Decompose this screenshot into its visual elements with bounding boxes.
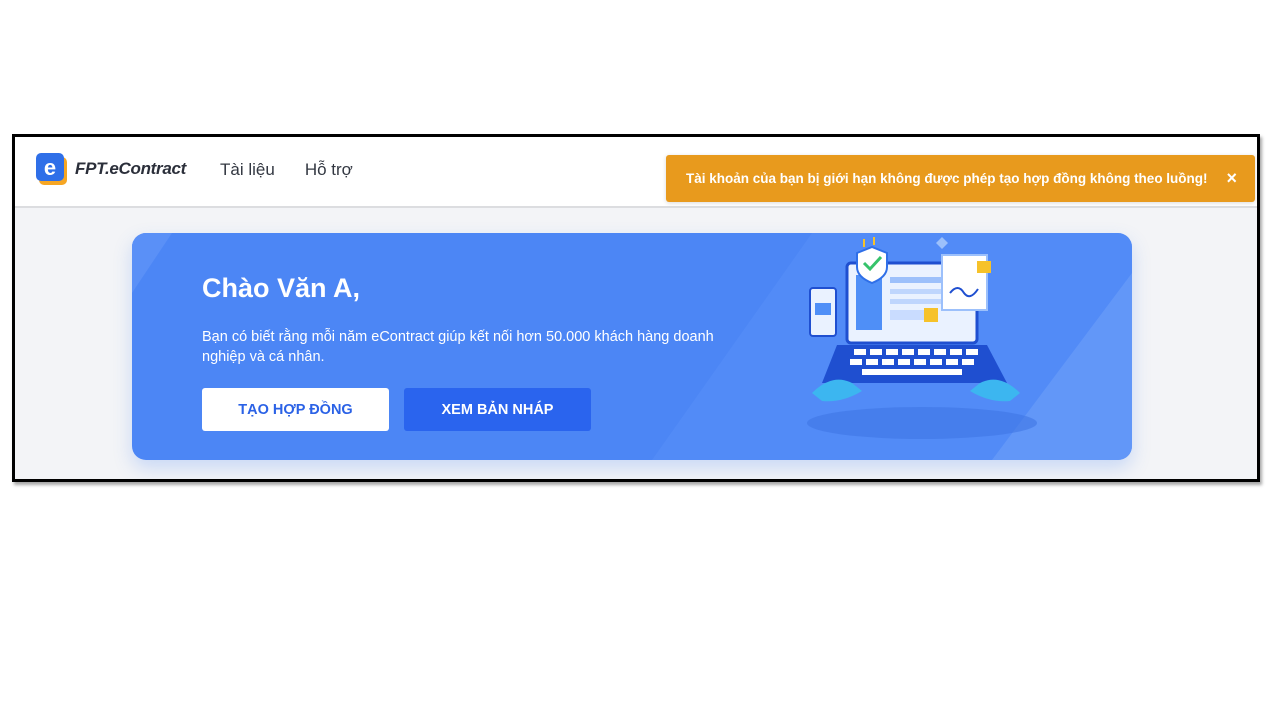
nav-item-documents[interactable]: Tài liệu — [220, 160, 275, 180]
nav-item-support[interactable]: Hỗ trợ — [305, 160, 353, 180]
logo-text: FPT.eContract — [75, 159, 187, 178]
warning-toast: Tài khoản của bạn bị giới hạn không được… — [666, 155, 1255, 202]
top-header: e FPT.eContract Tài liệu Hỗ trợ Tài khoả… — [15, 137, 1257, 208]
welcome-banner: Chào Văn A, Bạn có biết rằng mỗi năm eCo… — [132, 233, 1132, 460]
banner-description: Bạn có biết rằng mỗi năm eContract giúp … — [202, 329, 714, 365]
laptop-illustration — [792, 233, 1042, 460]
close-icon[interactable]: × — [1226, 167, 1237, 189]
main-nav: Tài liệu Hỗ trợ — [220, 160, 353, 180]
svg-text:e: e — [44, 155, 56, 180]
view-drafts-button[interactable]: XEM BẢN NHÁP — [404, 388, 591, 431]
toast-message: Tài khoản của bạn bị giới hạn không được… — [686, 171, 1208, 186]
create-contract-button[interactable]: TẠO HỢP ĐỒNG — [202, 388, 389, 431]
econtract-logo-icon: e — [35, 151, 69, 187]
greeting-title: Chào Văn A, — [202, 273, 361, 303]
app-frame: e FPT.eContract Tài liệu Hỗ trợ Tài khoả… — [12, 134, 1260, 482]
brand-logo[interactable]: e FPT.eContract — [35, 151, 186, 187]
